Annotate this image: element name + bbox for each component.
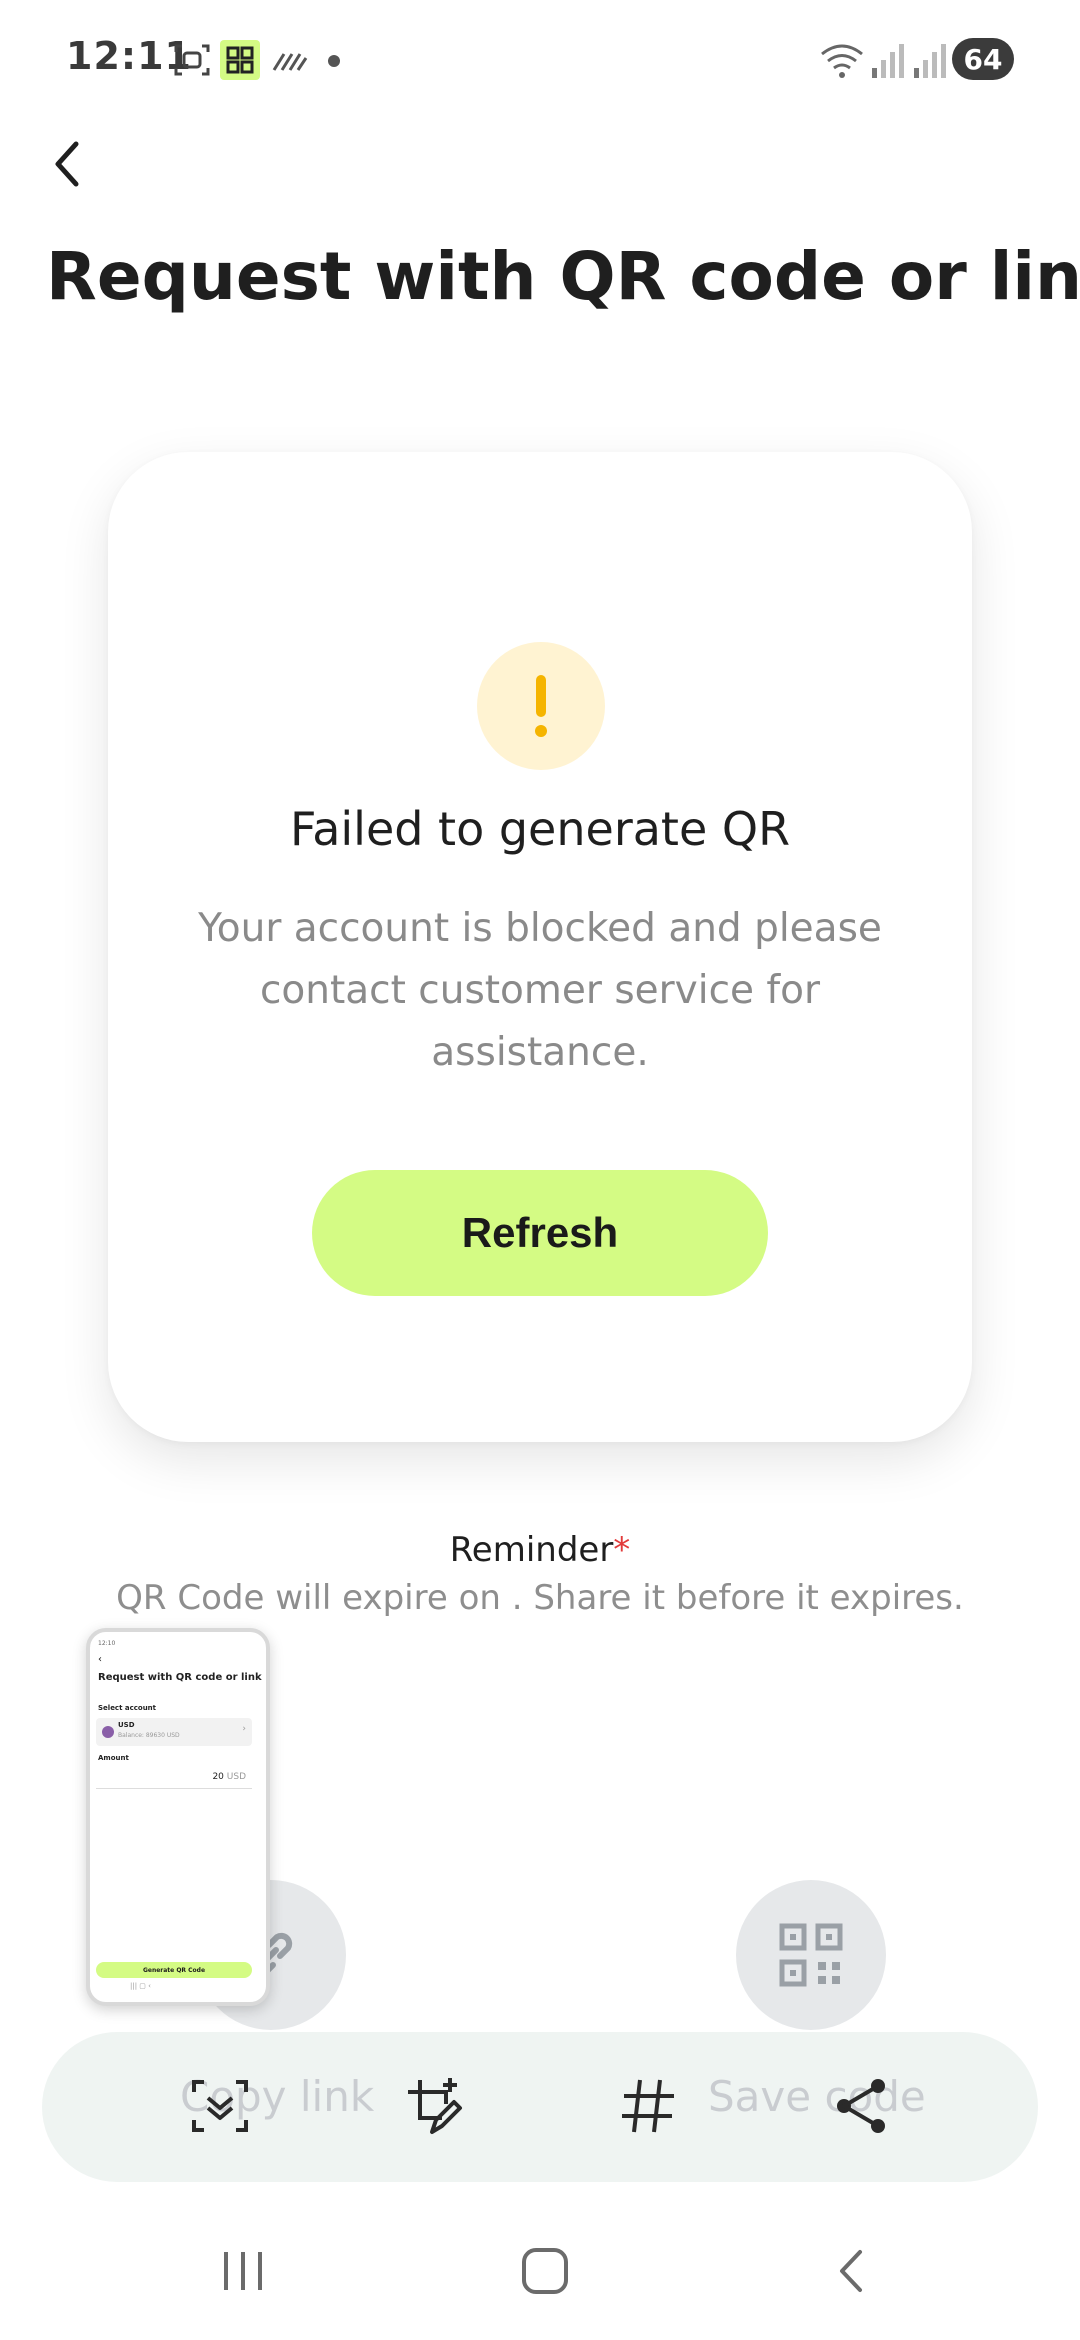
- thumb-amount-label: Amount: [98, 1754, 129, 1762]
- reminder-heading: Reminder*: [0, 1530, 1080, 1570]
- nav-back-icon[interactable]: [828, 2246, 878, 2296]
- share-icon[interactable]: [830, 2074, 894, 2138]
- battery-indicator: 64: [952, 38, 1014, 80]
- hashtag-icon[interactable]: [616, 2074, 680, 2138]
- error-title: Failed to generate QR: [289, 802, 791, 856]
- signal-icon: [872, 44, 904, 78]
- reminder-note: QR Code will expire on . Share it before…: [116, 1578, 964, 1618]
- error-message: Your account is blocked and please conta…: [198, 906, 882, 1075]
- recents-icon[interactable]: [218, 2246, 268, 2296]
- signal-icon-2: [914, 44, 946, 78]
- reminder-label: Reminder: [449, 1530, 614, 1570]
- home-icon[interactable]: [520, 2246, 570, 2296]
- thumb-chevron-icon: ›: [242, 1724, 246, 1734]
- stripes-icon: [272, 53, 308, 71]
- back-button[interactable]: [40, 136, 96, 192]
- page-title: Request with QR code or link: [46, 238, 1080, 315]
- required-mark: *: [613, 1530, 631, 1570]
- thumb-amount-value: 20: [212, 1772, 224, 1782]
- thumb-account-balance: Balance: 89630 USD: [118, 1732, 180, 1739]
- thumb-nav-bar: ||| ▢ ‹: [130, 1982, 151, 1990]
- warning-badge: [477, 642, 605, 770]
- thumb-back-icon: ‹: [98, 1654, 102, 1665]
- thumb-amount-display: 20 USD: [212, 1772, 246, 1782]
- qr-code-icon: [779, 1923, 843, 1987]
- thumb-flag-icon: [102, 1726, 114, 1738]
- thumb-amount-field: 20 USD: [96, 1766, 252, 1789]
- app-grid-icon: [220, 40, 260, 80]
- wifi-icon: [821, 44, 863, 78]
- thumb-account-currency: USD: [118, 1721, 135, 1729]
- thumb-select-account-label: Select account: [98, 1704, 157, 1712]
- save-code-button[interactable]: [736, 1880, 886, 2030]
- thumb-generate-button: Generate QR Code: [96, 1962, 252, 1978]
- screenshot-thumbnail[interactable]: 12:10 ‹ Request with QR code or link Sel…: [86, 1628, 270, 2006]
- thumb-title: Request with QR code or link: [98, 1672, 262, 1683]
- scroll-capture-icon[interactable]: [188, 2074, 252, 2138]
- thumb-amount-currency: USD: [226, 1772, 246, 1782]
- dot-icon: [328, 55, 340, 67]
- edit-crop-icon[interactable]: [402, 2074, 466, 2138]
- exclamation-icon: [535, 675, 547, 737]
- thumb-account-row: USD Balance: 89630 USD ›: [96, 1718, 252, 1746]
- screenshot-icon: [174, 44, 210, 76]
- refresh-button[interactable]: Refresh: [312, 1170, 768, 1296]
- thumb-status-time: 12:10: [98, 1640, 116, 1647]
